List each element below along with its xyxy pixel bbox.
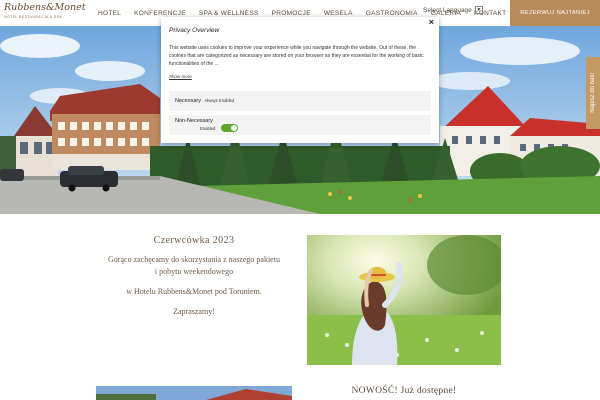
promo-text: Czerwcówka 2023 Gorąco zachęcamy do skor…: [96, 235, 292, 318]
nonnecessary-status: Enabled: [200, 126, 216, 131]
toggle-knob: [231, 125, 237, 131]
modal-body-text: This website uses cookies to improve you…: [169, 45, 424, 67]
cookie-option-necessary[interactable]: Necessary Always Enabled: [169, 91, 431, 111]
bottom-image: [96, 386, 292, 400]
promo-line-2: i pobytu weekendowego: [154, 267, 234, 276]
promo-line-1: Gorąco zachęcamy do skorzystania z nasze…: [108, 255, 280, 264]
nav-item-konferencje[interactable]: KONFERENCJE: [134, 10, 186, 17]
promo-line-3: w Hotelu Rubbens&Monet pod Toruniem.: [126, 287, 262, 296]
nav-item-gastronomia[interactable]: GASTRONOMIA: [366, 10, 418, 17]
cookie-option-nonnecessary[interactable]: Non-Necessary Enabled: [169, 115, 431, 135]
logo-tagline: HOTEL RESTAURACJA & SPA: [4, 15, 62, 19]
nav-item-wesela[interactable]: WESELA: [324, 10, 353, 17]
necessary-status: Always Enabled: [204, 98, 235, 103]
logo[interactable]: Rubbens&Monet HOTEL RESTAURACJA & SPA: [4, 2, 86, 24]
cookie-option-necessary-label: Necessary Always Enabled: [175, 98, 234, 104]
new-offer-title: NOWOŚĆ! Już dostępne!: [351, 386, 457, 396]
nonnecessary-label: Non-Necessary: [175, 118, 213, 124]
contact-side-tab-label: Napisz do nas!: [590, 73, 596, 113]
language-label: Select Language: [423, 6, 472, 14]
contact-side-tab[interactable]: Napisz do nas!: [586, 57, 600, 129]
logo-wordmark: Rubbens&Monet: [4, 2, 86, 13]
nonnecessary-toggle[interactable]: [221, 124, 238, 132]
nav-item-hotel[interactable]: HOTEL: [98, 10, 121, 17]
promo-line-4: Zapraszamy!: [173, 307, 215, 316]
book-now-button[interactable]: REZERWUJ NAJTANIEJ: [510, 0, 600, 26]
close-icon[interactable]: ×: [429, 17, 434, 27]
promo-image: [307, 235, 501, 365]
cookie-modal: × Privacy Overview This website uses coo…: [161, 17, 439, 143]
modal-title: Privacy Overview: [169, 27, 220, 34]
chevron-down-icon: ▼: [474, 6, 483, 14]
nav-item-spa[interactable]: SPA & WELLNESS: [199, 10, 259, 17]
necessary-label: Necessary: [175, 98, 201, 104]
promo-title: Czerwcówka 2023: [153, 235, 235, 246]
nav-item-promocje[interactable]: PROMOCJE: [272, 10, 311, 17]
page: Rubbens&Monet HOTEL RESTAURACJA & SPA HO…: [0, 0, 600, 400]
language-select[interactable]: Select Language ▼: [423, 6, 483, 14]
show-more-link[interactable]: Show more: [169, 74, 192, 79]
